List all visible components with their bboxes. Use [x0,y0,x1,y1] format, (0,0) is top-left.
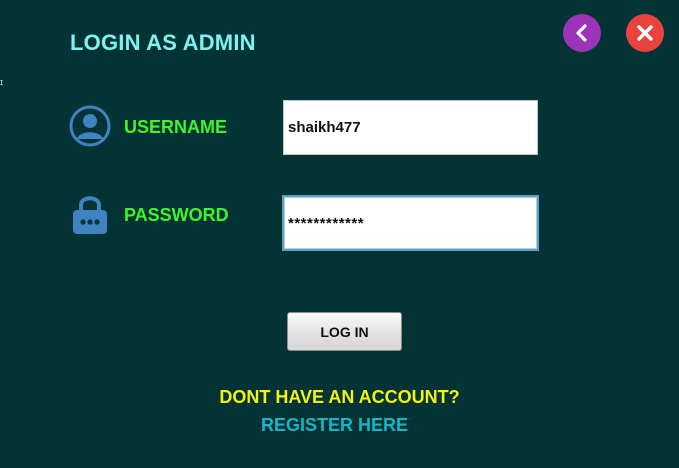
edge-artifact: ɪ [0,77,4,87]
page-title: LOGIN AS ADMIN [70,30,256,55]
username-label: USERNAME [124,117,228,137]
password-label: PASSWORD [124,205,229,225]
back-button[interactable] [563,14,601,52]
user-icon [69,105,111,147]
password-field[interactable] [282,195,539,251]
no-account-text: DONT HAVE AN ACCOUNT? [219,387,460,407]
close-button[interactable] [626,14,664,52]
close-icon [637,25,653,41]
no-account-prompt: DONT HAVE AN ACCOUNT? [0,387,679,408]
lock-icon [73,196,107,234]
login-button[interactable]: LOG IN [287,312,402,351]
username-field[interactable] [283,100,538,155]
register-link[interactable]: REGISTER HERE [0,415,669,436]
chevron-left-icon [576,24,587,42]
